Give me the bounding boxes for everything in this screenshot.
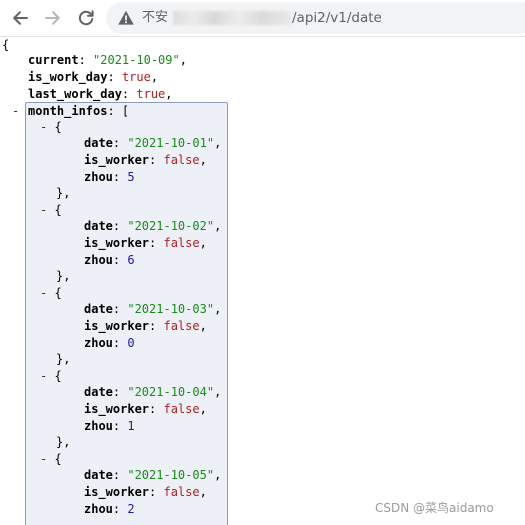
entry-zhou: zhou: 1 xyxy=(84,419,135,433)
entry-is-worker: is_worker: false, xyxy=(84,153,207,167)
json-line-month-infos: month_infos: [ xyxy=(28,104,130,118)
arrow-right-icon xyxy=(45,11,60,25)
watermark: CSDN @菜鸟aidamo xyxy=(375,501,494,515)
entry-zhou: zhou: 5 xyxy=(84,170,135,184)
address-bar[interactable]: 不安 /api2/v1/date xyxy=(106,2,525,34)
json-line-last-work-day: last_work_day: true, xyxy=(28,87,173,101)
entry-date: date: "2021-10-04", xyxy=(84,385,222,399)
entry-zhou: zhou: 6 xyxy=(84,253,135,267)
entry-date: date: "2021-10-01", xyxy=(84,136,222,150)
entry-zhou: zhou: 0 xyxy=(84,336,135,350)
reload-icon xyxy=(78,10,94,26)
entry-close: }, xyxy=(56,352,71,366)
entry-is-worker: is_worker: false, xyxy=(84,485,207,499)
json-key: is_work_day xyxy=(28,70,108,84)
url-path[interactable]: /api2/v1/date xyxy=(292,9,382,27)
json-bool-value: true xyxy=(136,87,166,101)
json-string-value: "2021-10-09" xyxy=(93,53,180,67)
browser-toolbar: 不安 /api2/v1/date xyxy=(0,0,525,37)
month-infos-collapse-toggle[interactable]: - xyxy=(12,103,19,120)
reload-button[interactable] xyxy=(74,6,98,30)
json-key: month_infos xyxy=(28,104,108,118)
json-open-brace: { xyxy=(2,38,10,52)
entry-close: }, xyxy=(56,269,71,283)
entry-collapse-toggle[interactable]: - { xyxy=(40,451,62,468)
json-line-current: current: "2021-10-09", xyxy=(28,53,187,67)
forward-button[interactable] xyxy=(41,6,65,30)
entry-date: date: "2021-10-02", xyxy=(84,219,222,233)
entry-collapse-toggle[interactable]: - { xyxy=(40,368,62,385)
entry-collapse-toggle[interactable]: - { xyxy=(40,202,62,219)
arrow-left-icon xyxy=(13,11,28,25)
json-key: current xyxy=(28,53,79,67)
entry-close: }, xyxy=(56,435,71,449)
security-status-label[interactable]: 不安 xyxy=(142,9,168,27)
json-viewer: { current: "2021-10-09", is_work_day: tr… xyxy=(0,36,525,525)
warning-triangle-icon[interactable] xyxy=(117,9,135,27)
back-button[interactable] xyxy=(8,6,32,30)
entry-is-worker: is_worker: false, xyxy=(84,236,207,250)
entry-date: date: "2021-10-03", xyxy=(84,302,222,316)
json-key: last_work_day xyxy=(28,87,122,101)
entry-collapse-toggle[interactable]: - { xyxy=(40,285,62,302)
entry-date: date: "2021-10-05", xyxy=(84,468,222,482)
entry-is-worker: is_worker: false, xyxy=(84,319,207,333)
json-bool-value: true xyxy=(121,70,151,84)
entry-zhou: zhou: 2 xyxy=(84,502,135,516)
entry-is-worker: is_worker: false, xyxy=(84,402,207,416)
entry-close: }, xyxy=(56,186,71,200)
redacted-url-host xyxy=(173,11,291,25)
json-line-is-work-day: is_work_day: true, xyxy=(28,70,159,84)
entry-collapse-toggle[interactable]: - { xyxy=(40,119,62,136)
